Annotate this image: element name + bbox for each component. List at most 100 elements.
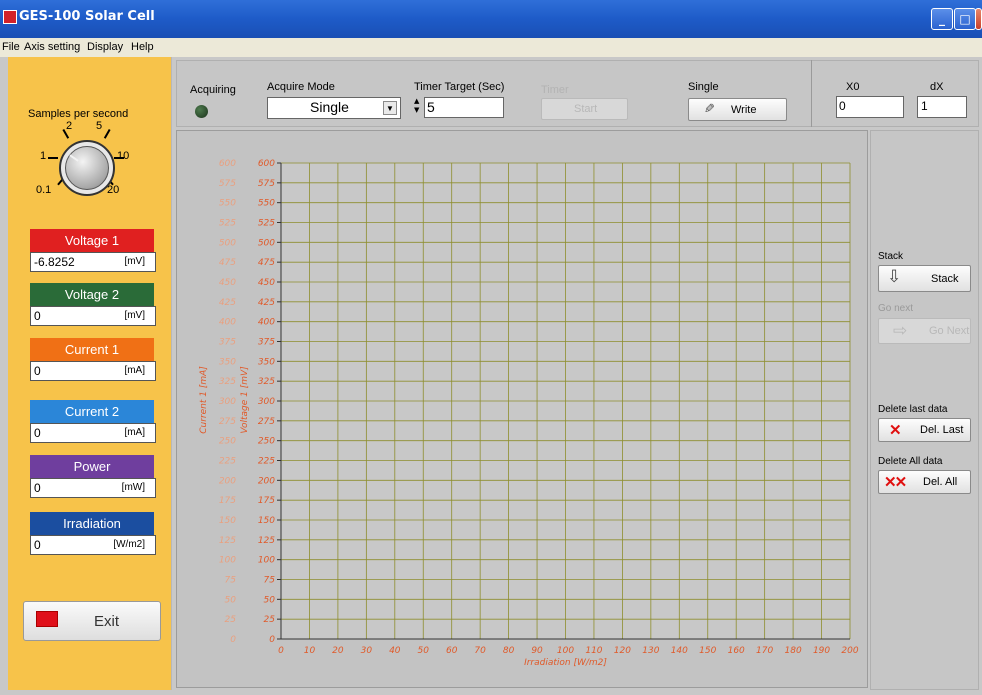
exit-button[interactable]: Exit bbox=[23, 601, 161, 641]
meter-unit: [mV] bbox=[124, 256, 145, 267]
meter-readout: 0 [mW] bbox=[30, 478, 156, 498]
y-tick-label-voltage: 0 bbox=[269, 635, 275, 645]
x-tick-label: 0 bbox=[278, 646, 284, 656]
y-tick-label-current: 75 bbox=[225, 576, 237, 586]
y-tick-label-current: 375 bbox=[219, 338, 236, 348]
y-tick-label-current: 550 bbox=[219, 199, 236, 209]
y-tick-label-voltage: 400 bbox=[258, 318, 275, 328]
arrow-right-icon: ⇨ bbox=[893, 321, 908, 340]
y-tick-label-current: 225 bbox=[219, 457, 236, 467]
meter-value: 0 bbox=[34, 364, 41, 378]
delete-last-label: Delete last data bbox=[878, 404, 948, 415]
irradiation-chart[interactable]: 0 10 20 30 40 50 60 70 80 90 100 110 120 130 140 150 160… bbox=[176, 130, 868, 688]
write-button[interactable]: ✎ Write bbox=[688, 98, 787, 121]
y-tick-label-current: 500 bbox=[219, 238, 236, 248]
x-tick-label: 200 bbox=[841, 646, 858, 656]
x-tick-label: 60 bbox=[446, 646, 458, 656]
y-tick-label-current: 400 bbox=[219, 318, 236, 328]
meter-title: Power bbox=[30, 455, 154, 478]
y-tick-label-current: 200 bbox=[219, 476, 236, 486]
y-tick-label-current: 150 bbox=[219, 516, 236, 526]
acquiring-label: Acquiring bbox=[190, 84, 236, 96]
meter-value: -6.8252 bbox=[34, 255, 75, 269]
acquiring-led-icon bbox=[195, 105, 208, 118]
dial-label-10: 10 bbox=[117, 150, 130, 162]
y-tick-label-current: 275 bbox=[219, 417, 236, 427]
samples-per-second-knob[interactable] bbox=[65, 146, 109, 190]
close-button[interactable] bbox=[975, 8, 982, 30]
acquire-mode-value: Single bbox=[310, 99, 349, 115]
menu-axis-setting[interactable]: Axis setting bbox=[24, 41, 80, 53]
gonext-label: Go next bbox=[878, 303, 914, 314]
minimize-button[interactable]: _ bbox=[931, 8, 953, 30]
y-tick-label-current: 175 bbox=[219, 496, 236, 506]
y-tick-label-voltage: 575 bbox=[258, 179, 275, 189]
y-axis-label-voltage: Voltage 1 [mV] bbox=[240, 366, 250, 434]
meter-value: 0 bbox=[34, 426, 41, 440]
x-tick-label: 190 bbox=[813, 646, 830, 656]
delete-all-label: Delete All data bbox=[878, 456, 943, 467]
go-next-button[interactable]: ⇨ Go Next bbox=[878, 318, 971, 344]
double-x-icon: ✕✕ bbox=[884, 474, 907, 491]
y-tick-label-voltage: 175 bbox=[258, 496, 275, 506]
y-tick-label-current: 475 bbox=[219, 258, 236, 268]
timer-target-stepper[interactable]: ▲ ▼ bbox=[414, 97, 423, 117]
delete-last-button[interactable]: ✕ Del. Last bbox=[878, 418, 971, 442]
y-tick-label-voltage: 550 bbox=[258, 199, 275, 209]
meter-title: Irradiation bbox=[30, 512, 154, 535]
x-tick-label: 180 bbox=[785, 646, 802, 656]
dial-label-1: 1 bbox=[40, 150, 47, 162]
meter-title: Current 2 bbox=[30, 400, 154, 423]
y-tick-label-voltage: 375 bbox=[258, 338, 275, 348]
y-tick-label-current: 100 bbox=[219, 556, 236, 566]
meter-value: 0 bbox=[34, 538, 41, 552]
y-tick-label-current: 425 bbox=[219, 298, 236, 308]
y-tick-label-voltage: 125 bbox=[258, 536, 275, 546]
chevron-down-icon[interactable]: ▼ bbox=[383, 101, 397, 115]
timer-target-input[interactable]: 5 bbox=[424, 97, 504, 118]
meter-unit: [mA] bbox=[124, 365, 145, 376]
x-tick-label: 80 bbox=[503, 646, 515, 656]
exit-label: Exit bbox=[94, 613, 120, 630]
y-tick-label-current: 525 bbox=[219, 219, 236, 229]
meter-value: 0 bbox=[34, 309, 41, 323]
y-tick-label-current: 0 bbox=[230, 635, 236, 645]
y-tick-label-voltage: 425 bbox=[258, 298, 275, 308]
x0-label: X0 bbox=[846, 81, 860, 93]
x-tick-label: 70 bbox=[474, 646, 486, 656]
toolbar-divider bbox=[811, 60, 812, 127]
samples-label: Samples per second bbox=[28, 108, 129, 120]
y-axis-label-current: Current 1 [mA] bbox=[199, 366, 209, 434]
dial-label-20: 20 bbox=[107, 184, 120, 196]
arrow-down-icon: ⇩ bbox=[887, 267, 902, 286]
y-tick-label-voltage: 325 bbox=[258, 377, 275, 387]
x-tick-label: 150 bbox=[699, 646, 716, 656]
maximize-button[interactable]: □ bbox=[954, 8, 976, 30]
menu-help[interactable]: Help bbox=[131, 41, 154, 53]
y-tick-label-voltage: 500 bbox=[258, 238, 275, 248]
start-button[interactable]: Start bbox=[541, 98, 628, 120]
delete-all-button[interactable]: ✕✕ Del. All bbox=[878, 470, 971, 494]
menu-bar: File Axis setting Display Help bbox=[0, 38, 982, 57]
meter-unit: [W/m2] bbox=[113, 539, 145, 550]
title-bar: GES-100 Solar Cell _ □ bbox=[0, 0, 982, 38]
x-icon: ✕ bbox=[889, 422, 902, 439]
acquire-mode-select[interactable]: Single ▼ bbox=[267, 97, 401, 119]
x0-input[interactable]: 0 bbox=[836, 96, 904, 118]
y-tick-label-voltage: 350 bbox=[258, 357, 275, 367]
meter-readout: 0 [mA] bbox=[30, 423, 156, 443]
x-tick-label: 100 bbox=[557, 646, 574, 656]
y-tick-label-current: 50 bbox=[225, 595, 237, 605]
y-tick-label-voltage: 225 bbox=[258, 457, 275, 467]
menu-display[interactable]: Display bbox=[87, 41, 123, 53]
x-tick-label: 170 bbox=[756, 646, 773, 656]
dx-label: dX bbox=[930, 81, 944, 93]
meter-readout: -6.8252 [mV] bbox=[30, 252, 156, 272]
stack-button[interactable]: ⇩ Stack bbox=[878, 265, 971, 292]
single-label: Single bbox=[688, 81, 719, 93]
dx-input[interactable]: 1 bbox=[917, 96, 967, 118]
y-tick-label-current: 125 bbox=[219, 536, 236, 546]
y-tick-label-current: 350 bbox=[219, 357, 236, 367]
x-tick-label: 110 bbox=[585, 646, 602, 656]
menu-file[interactable]: File bbox=[2, 41, 20, 53]
